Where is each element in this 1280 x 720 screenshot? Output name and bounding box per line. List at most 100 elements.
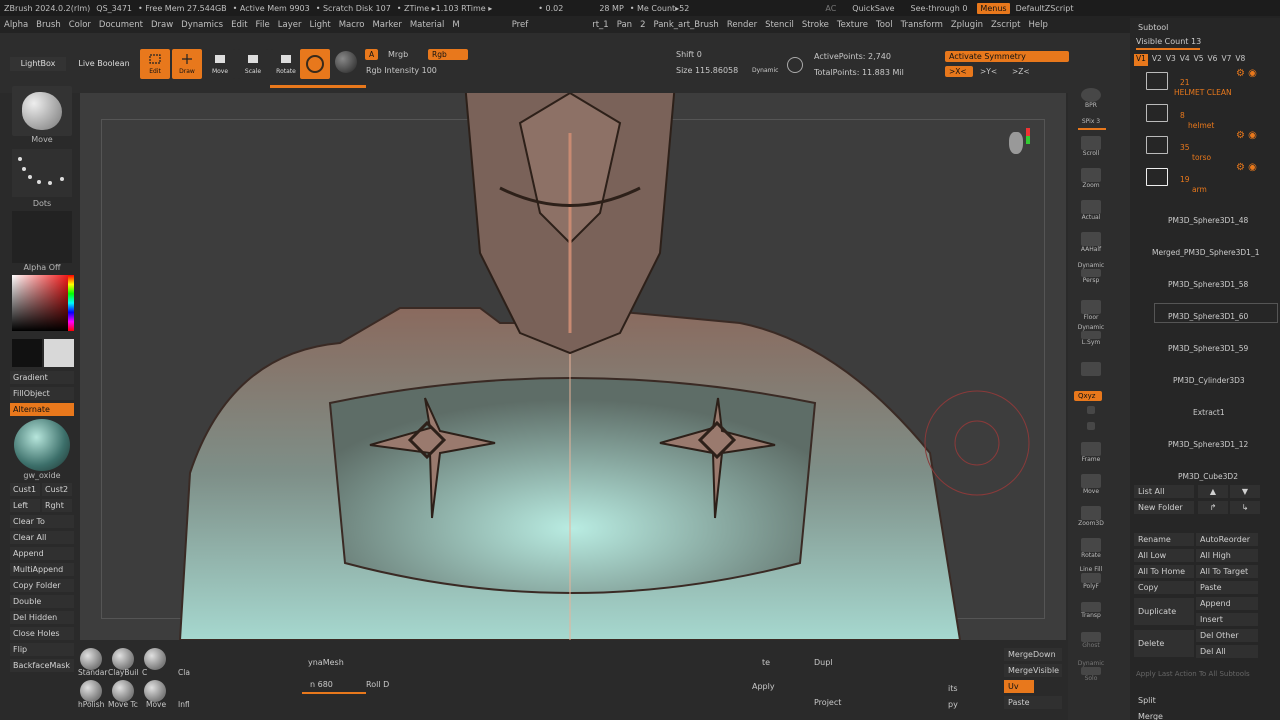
uv-toggle[interactable]: Uv	[1004, 680, 1034, 693]
folder-name[interactable]: helmet	[1188, 121, 1214, 130]
py-button[interactable]: py	[948, 700, 958, 709]
menu-m[interactable]: M	[452, 20, 459, 30]
folder-gear-icon[interactable]: ⚙ ◉	[1236, 68, 1257, 79]
gradient-toggle[interactable]: Gradient	[10, 371, 74, 384]
mergedown-button[interactable]: MergeDown	[1004, 648, 1062, 661]
del-all-button[interactable]: Del All	[1196, 645, 1258, 658]
color-picker[interactable]	[12, 275, 74, 331]
menu-render[interactable]: Render	[727, 20, 757, 30]
version-tab-v1[interactable]: V1	[1134, 54, 1148, 66]
zoom-button[interactable]: Zoom	[1074, 168, 1108, 196]
menu-pan[interactable]: Pan	[617, 20, 632, 30]
edit-button[interactable]: Edit	[140, 49, 170, 79]
default-zscript-button[interactable]: DefaultZScript	[1016, 4, 1074, 13]
menu-help[interactable]: Help	[1028, 20, 1047, 30]
subtool-item[interactable]: PM3D_Sphere3D1_60	[1168, 312, 1276, 321]
brush-sphere-icon[interactable]	[335, 51, 357, 73]
persp-button[interactable]: Dynamic Persp	[1074, 262, 1108, 290]
all-low-button[interactable]: All Low	[1134, 549, 1194, 562]
viewport-canvas[interactable]	[80, 93, 1066, 640]
dynamesh-button[interactable]: ynaMesh	[308, 658, 344, 667]
menu-preferences[interactable]: Pref	[512, 20, 529, 30]
subtool-item[interactable]: Merged_PM3D_Sphere3D1_1	[1152, 248, 1276, 257]
version-tab-v8[interactable]: V8	[1235, 54, 1245, 66]
alternate-toggle[interactable]: Alternate	[10, 403, 74, 416]
rgb-intensity-slider[interactable]: Rgb Intensity 100	[366, 66, 437, 75]
open-folder-icon[interactable]	[1146, 168, 1168, 186]
draw-size-slider[interactable]: Size 115.86058	[676, 66, 738, 75]
primary-color-swatch[interactable]	[12, 339, 42, 367]
move-topological-brush-icon[interactable]	[112, 680, 134, 702]
right-button[interactable]: Rght	[42, 499, 72, 512]
mrgb-toggle[interactable]: Mrgb	[388, 50, 408, 59]
menu-2[interactable]: 2	[640, 20, 645, 30]
append-subtool-button[interactable]: Append	[1196, 597, 1258, 610]
rgb-toggle[interactable]: Rgb	[428, 49, 468, 60]
all-to-target-button[interactable]: All To Target	[1196, 565, 1258, 578]
version-tab-v6[interactable]: V6	[1208, 54, 1218, 66]
lsym-button[interactable]: Dynamic L.Sym	[1074, 324, 1108, 352]
menu-stroke[interactable]: Stroke	[802, 20, 829, 30]
version-tab-v3[interactable]: V3	[1166, 54, 1176, 66]
standard-brush-icon[interactable]	[80, 648, 102, 670]
clear-all-button[interactable]: Clear All	[10, 531, 74, 544]
menu-light[interactable]: Light	[309, 20, 330, 30]
menus-button[interactable]: Menus	[977, 2, 1010, 14]
brush-thumbnail[interactable]	[12, 86, 72, 136]
see-through-slider[interactable]: See-through 0	[911, 4, 968, 13]
bpr-button[interactable]: BPR	[1074, 88, 1108, 116]
its-button[interactable]: its	[948, 684, 958, 693]
close-holes-button[interactable]: Close Holes	[10, 627, 74, 640]
a-toggle[interactable]: A	[365, 49, 379, 60]
scroll-button[interactable]: Scroll	[1074, 136, 1108, 164]
menu-texture[interactable]: Texture	[837, 20, 868, 30]
backfacemask-button[interactable]: BackfaceMask	[10, 659, 74, 672]
sym-y-toggle[interactable]: >Y<	[980, 67, 997, 76]
menu-alpha[interactable]: Alpha	[4, 20, 28, 30]
all-to-home-button[interactable]: All To Home	[1134, 565, 1194, 578]
cust2-button[interactable]: Cust2	[42, 483, 72, 496]
copy-folder-button[interactable]: Copy Folder	[10, 579, 74, 592]
rotate-view-button[interactable]: Rotate	[1074, 538, 1108, 566]
actual-button[interactable]: Actual	[1074, 200, 1108, 228]
paste-button[interactable]: Paste	[1196, 581, 1258, 594]
folder-gear-icon[interactable]: ⚙ ◉	[1236, 130, 1257, 141]
folder-icon[interactable]	[1146, 72, 1168, 90]
subtool-item[interactable]: PM3D_Sphere3D1_48	[1168, 216, 1276, 225]
move-down-icon[interactable]: ↳	[1230, 501, 1260, 514]
hpolish-brush-icon[interactable]	[80, 680, 102, 702]
menu-macro[interactable]: Macro	[339, 20, 365, 30]
draw-button[interactable]: Draw	[172, 49, 202, 79]
focal-icon[interactable]	[787, 57, 803, 73]
frame-button[interactable]: Frame	[1074, 442, 1108, 470]
polyf-button[interactable]: Line Fill PolyF	[1074, 566, 1108, 594]
move-button[interactable]: Move	[205, 49, 235, 79]
version-tab-v4[interactable]: V4	[1180, 54, 1190, 66]
transp-button[interactable]: Transp	[1074, 602, 1108, 630]
rename-button[interactable]: Rename	[1134, 533, 1194, 546]
lock-icon[interactable]	[1074, 362, 1108, 380]
hue-strip[interactable]	[68, 275, 74, 331]
menu-marker[interactable]: Marker	[372, 20, 401, 30]
menu-zplugin[interactable]: Zplugin	[951, 20, 983, 30]
multiappend-button[interactable]: MultiAppend	[10, 563, 74, 576]
delete-button[interactable]: Delete	[1134, 630, 1194, 657]
double-button[interactable]: Double	[10, 595, 74, 608]
z-shift-slider[interactable]: Shift 0	[676, 50, 702, 59]
menu-stencil[interactable]: Stencil	[765, 20, 794, 30]
left-button[interactable]: Left	[10, 499, 40, 512]
new-folder-button[interactable]: New Folder	[1134, 501, 1194, 514]
cust1-button[interactable]: Cust1	[10, 483, 40, 496]
clear-to-button[interactable]: Clear To	[10, 515, 74, 528]
subtool-item[interactable]: PM3D_Cylinder3D3	[1173, 376, 1280, 385]
folder-icon[interactable]	[1146, 104, 1168, 122]
y-rotate-icon[interactable]	[1074, 406, 1108, 420]
ghost-button[interactable]: Ghost	[1074, 632, 1108, 660]
duplicate-short-button[interactable]: Dupl	[814, 658, 833, 667]
menu-material[interactable]: Material	[410, 20, 445, 30]
arrow-down-icon[interactable]: ▼	[1230, 485, 1260, 498]
te-button[interactable]: te	[762, 658, 770, 667]
merge-section[interactable]: Merge	[1134, 710, 1276, 720]
sym-x-toggle[interactable]: >X<	[945, 66, 973, 77]
clay-brush-icon[interactable]	[144, 648, 166, 670]
